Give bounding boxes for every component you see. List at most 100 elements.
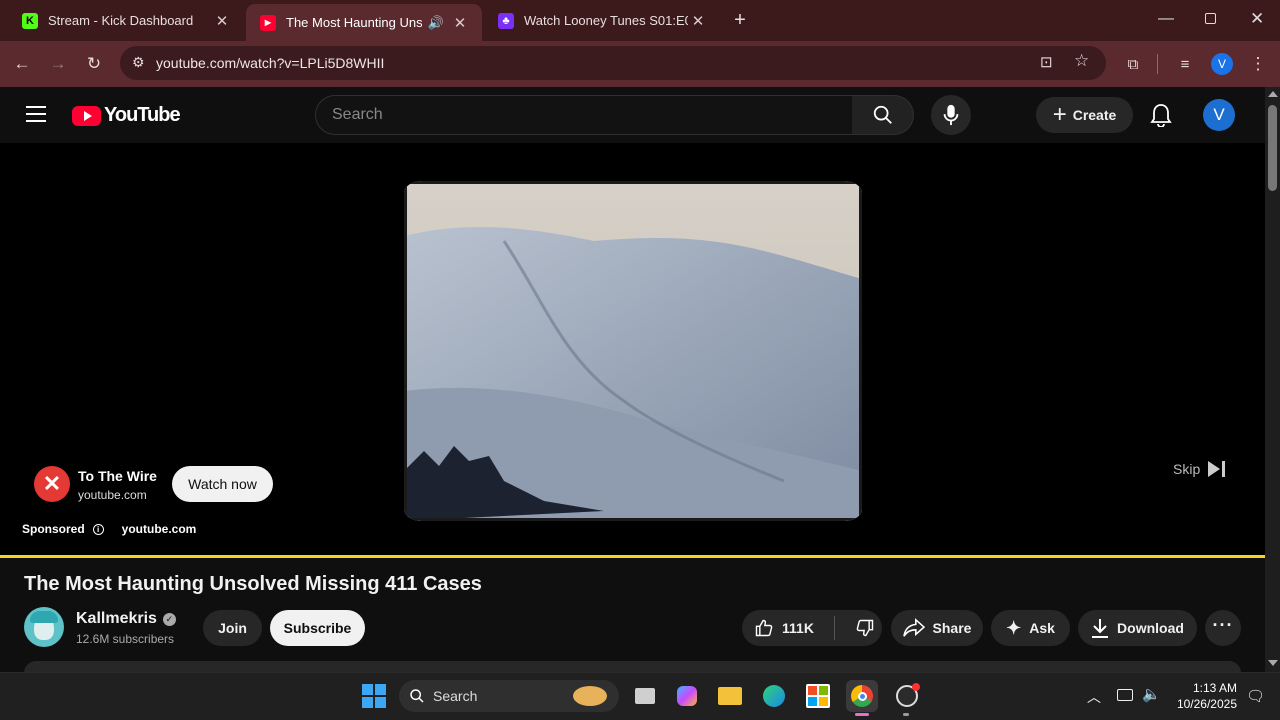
back-icon[interactable]: ← (9, 51, 35, 77)
tab-search-icon[interactable]: ⧉ (1120, 51, 1146, 77)
install-app-icon[interactable]: ⊡ (1040, 53, 1053, 71)
like-dislike-group: 111K (742, 610, 882, 646)
download-label: Download (1117, 620, 1184, 636)
sponsored-domain[interactable]: youtube.com (122, 522, 197, 536)
notification-center-icon[interactable]: 🗨 (1246, 687, 1265, 705)
speaker-icon[interactable]: 🔊 (428, 15, 444, 31)
scroll-up-icon[interactable] (1268, 91, 1278, 97)
edge-browser-icon[interactable] (760, 682, 788, 710)
youtube-logo-text: YouTube (104, 104, 181, 126)
clock-time: 1:13 AM (1192, 681, 1237, 695)
more-actions-button[interactable]: ··· (1205, 610, 1241, 646)
voice-search-button[interactable] (931, 95, 971, 135)
hamburger-menu-icon[interactable] (26, 106, 46, 122)
reload-icon[interactable]: ↻ (81, 51, 107, 77)
tab-close-icon[interactable]: ✕ (212, 12, 232, 30)
skip-ad-button[interactable]: Skip (1173, 461, 1226, 477)
tab-title: Stream - Kick Dashboard (48, 13, 194, 28)
video-title: The Most Haunting Unsolved Missing 411 C… (24, 573, 482, 595)
sparkle-icon: ✦ (1006, 617, 1022, 638)
network-icon[interactable] (1117, 689, 1133, 701)
ad-progress-bar[interactable] (0, 555, 1265, 558)
chrome-icon[interactable] (846, 680, 878, 712)
forward-icon[interactable]: → (45, 51, 71, 77)
skip-next-icon (1208, 461, 1226, 477)
toolbar-divider (1157, 54, 1158, 74)
watch-now-button[interactable]: Watch now (172, 466, 273, 502)
dislike-button[interactable] (855, 618, 875, 638)
site-info-icon[interactable]: ⚙ (132, 54, 145, 71)
microsoft-store-icon[interactable] (804, 682, 832, 710)
show-hidden-icons-chevron-icon[interactable]: ︿ (1087, 687, 1101, 707)
thumbs-up-icon (755, 619, 773, 637)
new-tab-icon[interactable]: + (730, 9, 750, 31)
start-windows-icon[interactable] (360, 682, 388, 710)
profile-initial: V (1211, 53, 1233, 75)
create-label: Create (1072, 107, 1117, 123)
youtube-favicon-icon: ▶ (260, 14, 276, 31)
youtube-search-button[interactable] (852, 95, 914, 135)
join-button[interactable]: Join (203, 610, 262, 646)
tab-kick-dashboard[interactable]: K Stream - Kick Dashboard ✕ (8, 0, 244, 41)
volume-icon[interactable]: 🔈 (1142, 685, 1161, 703)
tab-title: The Most Haunting Unsolve (286, 15, 422, 30)
like-divider (833, 616, 835, 640)
looney-favicon-icon: ♣ (498, 12, 514, 29)
youtube-search-input[interactable] (332, 106, 852, 124)
youtube-play-logo-icon (72, 105, 101, 126)
info-icon[interactable]: i (92, 523, 104, 535)
subscribe-button[interactable]: Subscribe (270, 610, 365, 646)
ask-button[interactable]: ✦ Ask (991, 610, 1070, 646)
share-button[interactable]: Share (891, 610, 983, 646)
reading-list-icon[interactable]: ≡ (1172, 51, 1198, 77)
task-view-icon[interactable] (631, 682, 659, 710)
scrollbar-thumb[interactable] (1268, 105, 1277, 191)
youtube-logo[interactable]: YouTube (72, 104, 181, 127)
ad-advertiser-name: To The Wire (78, 468, 157, 484)
notifications-bell-icon[interactable] (1150, 103, 1172, 132)
like-button[interactable]: 111K (754, 618, 814, 638)
browser-profile-avatar[interactable]: V (1211, 53, 1233, 75)
tab-title: Watch Looney Tunes S01:E01 - (524, 13, 688, 28)
taskbar-search-box[interactable]: Search (399, 680, 619, 712)
tab-looney-tunes[interactable]: ♣ Watch Looney Tunes S01:E01 - ✕ (484, 0, 720, 41)
address-bar-url: youtube.com/watch?v=LPLi5D8WHII (156, 55, 385, 71)
address-bar[interactable]: ⚙ youtube.com/watch?v=LPLi5D8WHII ⊡ ☆ (120, 46, 1106, 80)
file-explorer-icon[interactable] (716, 682, 744, 710)
snowy-hillside-image (404, 181, 862, 521)
browser-menu-icon[interactable]: ⋮ (1245, 51, 1271, 77)
account-avatar[interactable]: V (1203, 99, 1235, 131)
close-window-icon[interactable]: ✕ (1250, 9, 1264, 29)
system-clock[interactable]: 1:13 AM 10/26/2025 (1176, 681, 1237, 711)
taskbar-search-placeholder: Search (433, 688, 478, 704)
tab-close-icon[interactable]: ✕ (688, 12, 708, 30)
recording-dot-icon (912, 683, 920, 691)
tab-youtube-video[interactable]: ▶ The Most Haunting Unsolve 🔊 ✕ (246, 4, 482, 41)
minimize-icon[interactable]: — (1158, 10, 1174, 28)
ad-advertiser-icon[interactable]: ✕ (34, 466, 70, 502)
youtube-search-box[interactable] (315, 95, 853, 135)
share-label: Share (932, 620, 972, 636)
scroll-down-icon[interactable] (1268, 660, 1278, 666)
sponsored-label: Sponsored (22, 522, 85, 536)
ad-advertiser-info[interactable]: To The Wire youtube.com (78, 468, 157, 502)
tab-close-icon[interactable]: ✕ (450, 14, 470, 32)
copilot-icon[interactable] (673, 682, 701, 710)
channel-name-row[interactable]: Kallmekris ✓ (76, 610, 176, 628)
verified-check-icon: ✓ (162, 612, 176, 626)
ad-advertiser-domain: youtube.com (78, 488, 147, 502)
clock-date: 10/26/2025 (1176, 697, 1237, 711)
channel-avatar[interactable] (24, 607, 64, 647)
bookmark-star-icon[interactable]: ☆ (1074, 51, 1089, 71)
like-count: 111K (782, 620, 814, 636)
page-scrollbar[interactable] (1265, 87, 1280, 672)
channel-name[interactable]: Kallmekris (76, 610, 157, 628)
download-button[interactable]: Download (1078, 610, 1197, 646)
kick-favicon-icon: K (22, 12, 38, 29)
microphone-icon (943, 104, 959, 126)
create-button[interactable]: + Create (1036, 97, 1133, 133)
sponsored-row: Sponsored i youtube.com (22, 522, 196, 536)
browser-tab-strip: K Stream - Kick Dashboard ✕ ▶ The Most H… (0, 0, 1280, 41)
restore-icon[interactable] (1205, 13, 1216, 24)
chrome-active-indicator (855, 713, 869, 716)
